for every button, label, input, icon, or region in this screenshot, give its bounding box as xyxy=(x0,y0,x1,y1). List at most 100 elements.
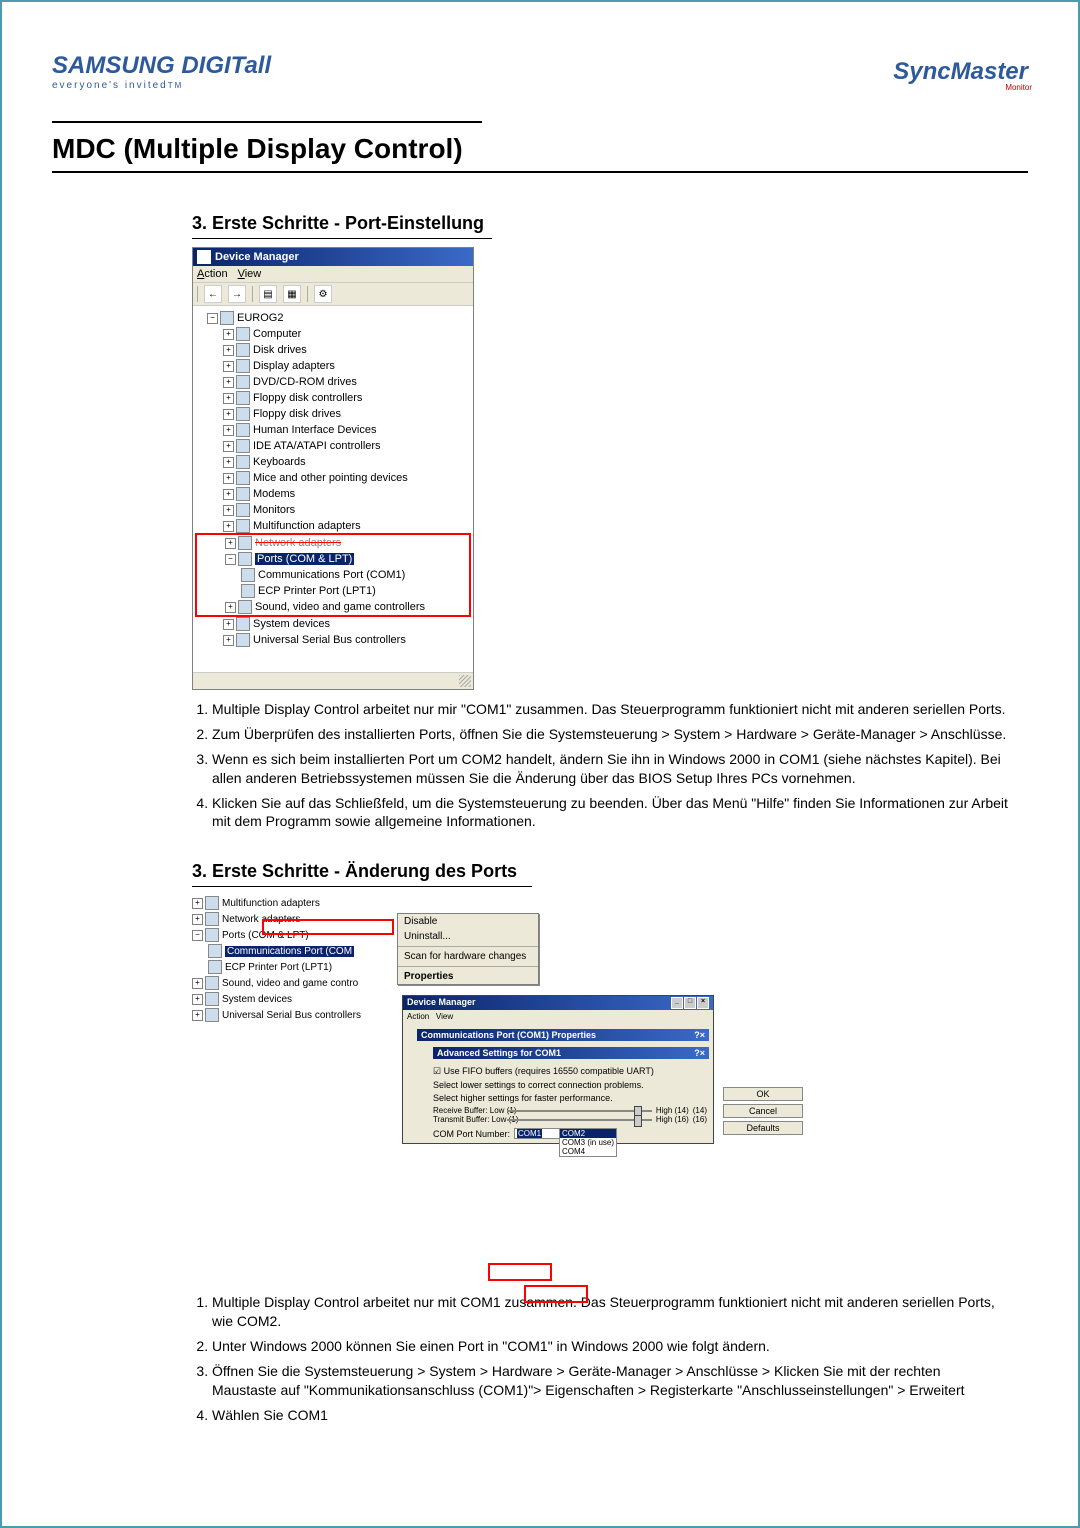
tree-node[interactable]: +Universal Serial Bus controllers xyxy=(192,1007,392,1023)
title-rule-bottom xyxy=(52,171,1028,173)
expander-icon[interactable]: + xyxy=(192,898,203,909)
expander-icon[interactable]: + xyxy=(223,521,234,532)
expander-icon[interactable]: − xyxy=(225,554,236,565)
tree-node-ports[interactable]: −Ports (COM & LPT) xyxy=(197,551,469,567)
minimize-icon[interactable]: _ xyxy=(671,997,683,1009)
tree-node[interactable]: +Multifunction adapters xyxy=(192,895,392,911)
close-icon[interactable]: × xyxy=(700,1030,705,1040)
menu-item-scan[interactable]: Scan for hardware changes xyxy=(398,949,538,964)
tree-node[interactable]: +Disk drives xyxy=(195,342,471,358)
dropdown-option[interactable]: COM2 xyxy=(560,1129,616,1138)
tree-node[interactable]: +Sound, video and game controllers xyxy=(197,599,469,615)
ok-button[interactable]: OK xyxy=(723,1087,803,1101)
tree-node-com1[interactable]: Communications Port (COM1) xyxy=(197,567,469,583)
dropdown-option[interactable]: COM3 (in use) xyxy=(560,1138,616,1147)
menu-item-uninstall[interactable]: Uninstall... xyxy=(398,929,538,944)
tree-node[interactable]: +System devices xyxy=(192,991,392,1007)
expander-icon[interactable]: + xyxy=(192,1010,203,1021)
menu-separator xyxy=(398,966,538,967)
maximize-icon[interactable]: □ xyxy=(684,997,696,1009)
tree-node[interactable]: +Modems xyxy=(195,486,471,502)
menu-item-properties[interactable]: Properties xyxy=(398,969,538,984)
expander-icon[interactable]: + xyxy=(223,489,234,500)
comport-dropdown[interactable]: COM2 COM3 (in use) COM4 xyxy=(559,1128,617,1157)
receive-buffer-slider[interactable]: Receive Buffer: Low (1) High (14) (14) xyxy=(433,1106,707,1115)
expander-icon[interactable]: + xyxy=(223,345,234,356)
fifo-checkbox-row[interactable]: ☑ Use FIFO buffers (requires 16550 compa… xyxy=(433,1066,707,1077)
dm-menubar[interactable]: Action View xyxy=(193,266,473,283)
tree-node-com-selected[interactable]: Communications Port (COM xyxy=(192,943,392,959)
tree-node[interactable]: +Floppy disk controllers xyxy=(195,390,471,406)
tree-node-struck[interactable]: +Network adapters xyxy=(197,535,469,551)
tree-node[interactable]: +DVD/CD-ROM drives xyxy=(195,374,471,390)
context-menu[interactable]: Disable Uninstall... Scan for hardware c… xyxy=(397,913,539,985)
menu-view[interactable]: View xyxy=(436,1012,453,1021)
tree-node[interactable]: +IDE ATA/ATAPI controllers xyxy=(195,438,471,454)
expander-icon[interactable]: + xyxy=(223,473,234,484)
tree-node[interactable]: +Monitors xyxy=(195,502,471,518)
expander-icon[interactable]: − xyxy=(207,313,218,324)
dm-tree[interactable]: − EUROG2 +Computer +Disk drives +Display… xyxy=(193,306,473,672)
tree-node[interactable]: +Mice and other pointing devices xyxy=(195,470,471,486)
expander-icon[interactable]: + xyxy=(223,425,234,436)
properties-titlebar[interactable]: Communications Port (COM1) Properties ?× xyxy=(417,1029,709,1041)
disk-icon xyxy=(236,343,250,357)
toolbar-btn-3[interactable]: ⚙ xyxy=(314,285,332,303)
tree-node-lpt[interactable]: ECP Printer Port (LPT1) xyxy=(192,959,392,975)
tree-node[interactable]: +Sound, video and game contro xyxy=(192,975,392,991)
dm-titlebar[interactable]: Device Manager xyxy=(193,248,473,266)
computer-icon xyxy=(220,311,234,325)
expander-icon[interactable]: + xyxy=(223,409,234,420)
step-item: Wenn es sich beim installierten Port um … xyxy=(212,750,1008,788)
forward-button[interactable]: → xyxy=(228,285,246,303)
samsung-logo-block: SAMSUNG DIGITall everyone's invitedTM xyxy=(52,52,271,91)
advanced-titlebar[interactable]: Advanced Settings for COM1 ?× xyxy=(433,1047,709,1059)
expander-icon[interactable]: + xyxy=(223,361,234,372)
defaults-button[interactable]: Defaults xyxy=(723,1121,803,1135)
expander-icon[interactable]: − xyxy=(192,930,203,941)
tree-node-lpt1[interactable]: ECP Printer Port (LPT1) xyxy=(197,583,469,599)
expander-icon[interactable]: + xyxy=(223,441,234,452)
tree-node[interactable]: +Human Interface Devices xyxy=(195,422,471,438)
cancel-button[interactable]: Cancel xyxy=(723,1104,803,1118)
tree-node[interactable]: +System devices xyxy=(195,616,471,632)
tree-root[interactable]: − EUROG2 xyxy=(195,310,471,326)
tree-node[interactable]: +Keyboards xyxy=(195,454,471,470)
slider-track[interactable] xyxy=(507,1110,652,1112)
expander-icon[interactable]: + xyxy=(223,377,234,388)
dvd-icon xyxy=(236,375,250,389)
tree-node[interactable]: +Universal Serial Bus controllers xyxy=(195,632,471,648)
menu-action[interactable]: Action xyxy=(197,268,228,280)
slider-thumb-icon[interactable] xyxy=(634,1115,642,1127)
dropdown-option[interactable]: COM4 xyxy=(560,1147,616,1156)
computer-icon xyxy=(197,250,211,264)
toolbar-btn-2[interactable]: ▦ xyxy=(283,285,301,303)
expander-icon[interactable]: + xyxy=(192,994,203,1005)
tree-node[interactable]: +Computer xyxy=(195,326,471,342)
expander-icon[interactable]: + xyxy=(223,635,234,646)
expander-icon[interactable]: + xyxy=(223,393,234,404)
expander-icon[interactable]: + xyxy=(223,505,234,516)
close-icon[interactable]: × xyxy=(697,997,709,1009)
slider-track[interactable] xyxy=(507,1119,652,1121)
back-button[interactable]: ← xyxy=(204,285,222,303)
menu-item-disable[interactable]: Disable xyxy=(398,914,538,929)
menu-action[interactable]: Action xyxy=(407,1012,429,1021)
expander-icon[interactable]: + xyxy=(192,914,203,925)
menu-view[interactable]: View xyxy=(238,268,262,280)
outer-titlebar[interactable]: Device Manager _ □ × xyxy=(403,996,713,1010)
transmit-buffer-slider[interactable]: Transmit Buffer: Low (1) High (16) (16) xyxy=(433,1115,707,1124)
step-item: Unter Windows 2000 können Sie einen Port… xyxy=(212,1337,1008,1356)
toolbar-btn-1[interactable]: ▤ xyxy=(259,285,277,303)
expander-icon[interactable]: + xyxy=(225,538,236,549)
expander-icon[interactable]: + xyxy=(192,978,203,989)
tree-node[interactable]: +Floppy disk drives xyxy=(195,406,471,422)
tree-node[interactable]: +Multifunction adapters xyxy=(195,518,471,534)
expander-icon[interactable]: + xyxy=(223,619,234,630)
tree-node[interactable]: +Display adapters xyxy=(195,358,471,374)
expander-icon[interactable]: + xyxy=(223,457,234,468)
close-icon[interactable]: × xyxy=(700,1048,705,1058)
expander-icon[interactable]: + xyxy=(223,329,234,340)
expander-icon[interactable]: + xyxy=(225,602,236,613)
menu-separator xyxy=(398,946,538,947)
